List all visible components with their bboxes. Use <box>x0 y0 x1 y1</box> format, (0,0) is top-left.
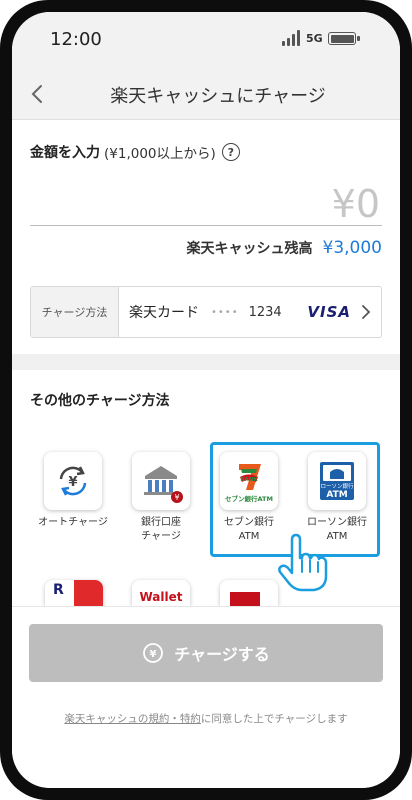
header: 楽天キャッシュにチャージ <box>12 68 400 120</box>
section-divider <box>12 354 400 370</box>
balance-row: 楽天キャッシュ残高 ¥3,000 <box>187 238 382 258</box>
phone-frame: 12:00 5G 楽天キャッシュにチャージ 金額を入力 (¥1,000以上から)… <box>0 0 412 800</box>
terms-text: 楽天キャッシュの規約・特約に同意した上でチャージします <box>12 711 400 726</box>
network-label: 5G <box>306 32 323 45</box>
signal-icon <box>282 30 302 46</box>
amount-label-row: 金額を入力 (¥1,000以上から) ? <box>30 142 240 162</box>
amount-sublabel: (¥1,000以上から) <box>104 146 216 162</box>
card-last4: 1234 <box>248 304 282 320</box>
chevron-right-icon <box>362 305 371 319</box>
charge-method-label: チャージ方法 <box>31 287 119 337</box>
battery-icon <box>328 32 360 45</box>
charge-button[interactable]: ¥ チャージする <box>29 624 383 682</box>
amount-label: 金額を入力 <box>30 145 100 161</box>
bottom-panel: ¥ チャージする 楽天キャッシュの規約・特約に同意した上でチャージします <box>12 606 400 788</box>
other-methods-title: その他のチャージ方法 <box>30 393 170 409</box>
help-icon[interactable]: ? <box>221 143 240 161</box>
rakuten-r-flag-text: R <box>45 580 74 606</box>
option-label: オートチャージ <box>38 517 108 528</box>
page-title: 楽天キャッシュにチャージ <box>110 86 326 107</box>
charge-yen-icon: ¥ <box>143 643 164 663</box>
auto-charge-yen-icon: ¥ <box>44 452 102 510</box>
gift-card-icon[interactable] <box>220 580 278 606</box>
status-bar: 12:00 5G <box>12 12 400 68</box>
auto-charge-option[interactable]: ¥ オートチャージ <box>30 452 116 530</box>
amount-input[interactable]: ¥0 <box>30 178 382 226</box>
status-time: 12:00 <box>50 29 102 50</box>
wallet-icon[interactable]: Wallet <box>132 580 190 606</box>
card-masked-digits: •••• <box>211 306 239 318</box>
screen: 12:00 5G 楽天キャッシュにチャージ 金額を入力 (¥1,000以上から)… <box>12 12 400 788</box>
terms-link[interactable]: 楽天キャッシュの規約・特約 <box>64 713 201 725</box>
balance-label: 楽天キャッシュ残高 <box>186 241 313 257</box>
svg-text:¥: ¥ <box>174 493 179 502</box>
tap-hand-icon <box>278 533 328 592</box>
svg-text:¥: ¥ <box>150 649 157 660</box>
charge-button-label: チャージする <box>174 645 270 664</box>
amount-value: ¥0 <box>331 182 380 226</box>
visa-logo: VISA <box>307 303 351 321</box>
svg-text:¥: ¥ <box>68 475 77 490</box>
charge-method-selector[interactable]: チャージ方法 楽天カード •••• 1234 VISA <box>30 286 382 338</box>
rakuten-r-flag-icon[interactable]: R <box>45 580 103 606</box>
charge-method-name: 楽天カード <box>129 305 199 321</box>
terms-suffix: に同意した上でチャージします <box>200 713 348 725</box>
option-label: 銀行口座 チャージ <box>141 517 181 542</box>
bank-account-option[interactable]: ¥ 銀行口座 チャージ <box>118 452 204 543</box>
balance-value: ¥3,000 <box>322 238 382 258</box>
bank-building-icon: ¥ <box>132 452 190 510</box>
